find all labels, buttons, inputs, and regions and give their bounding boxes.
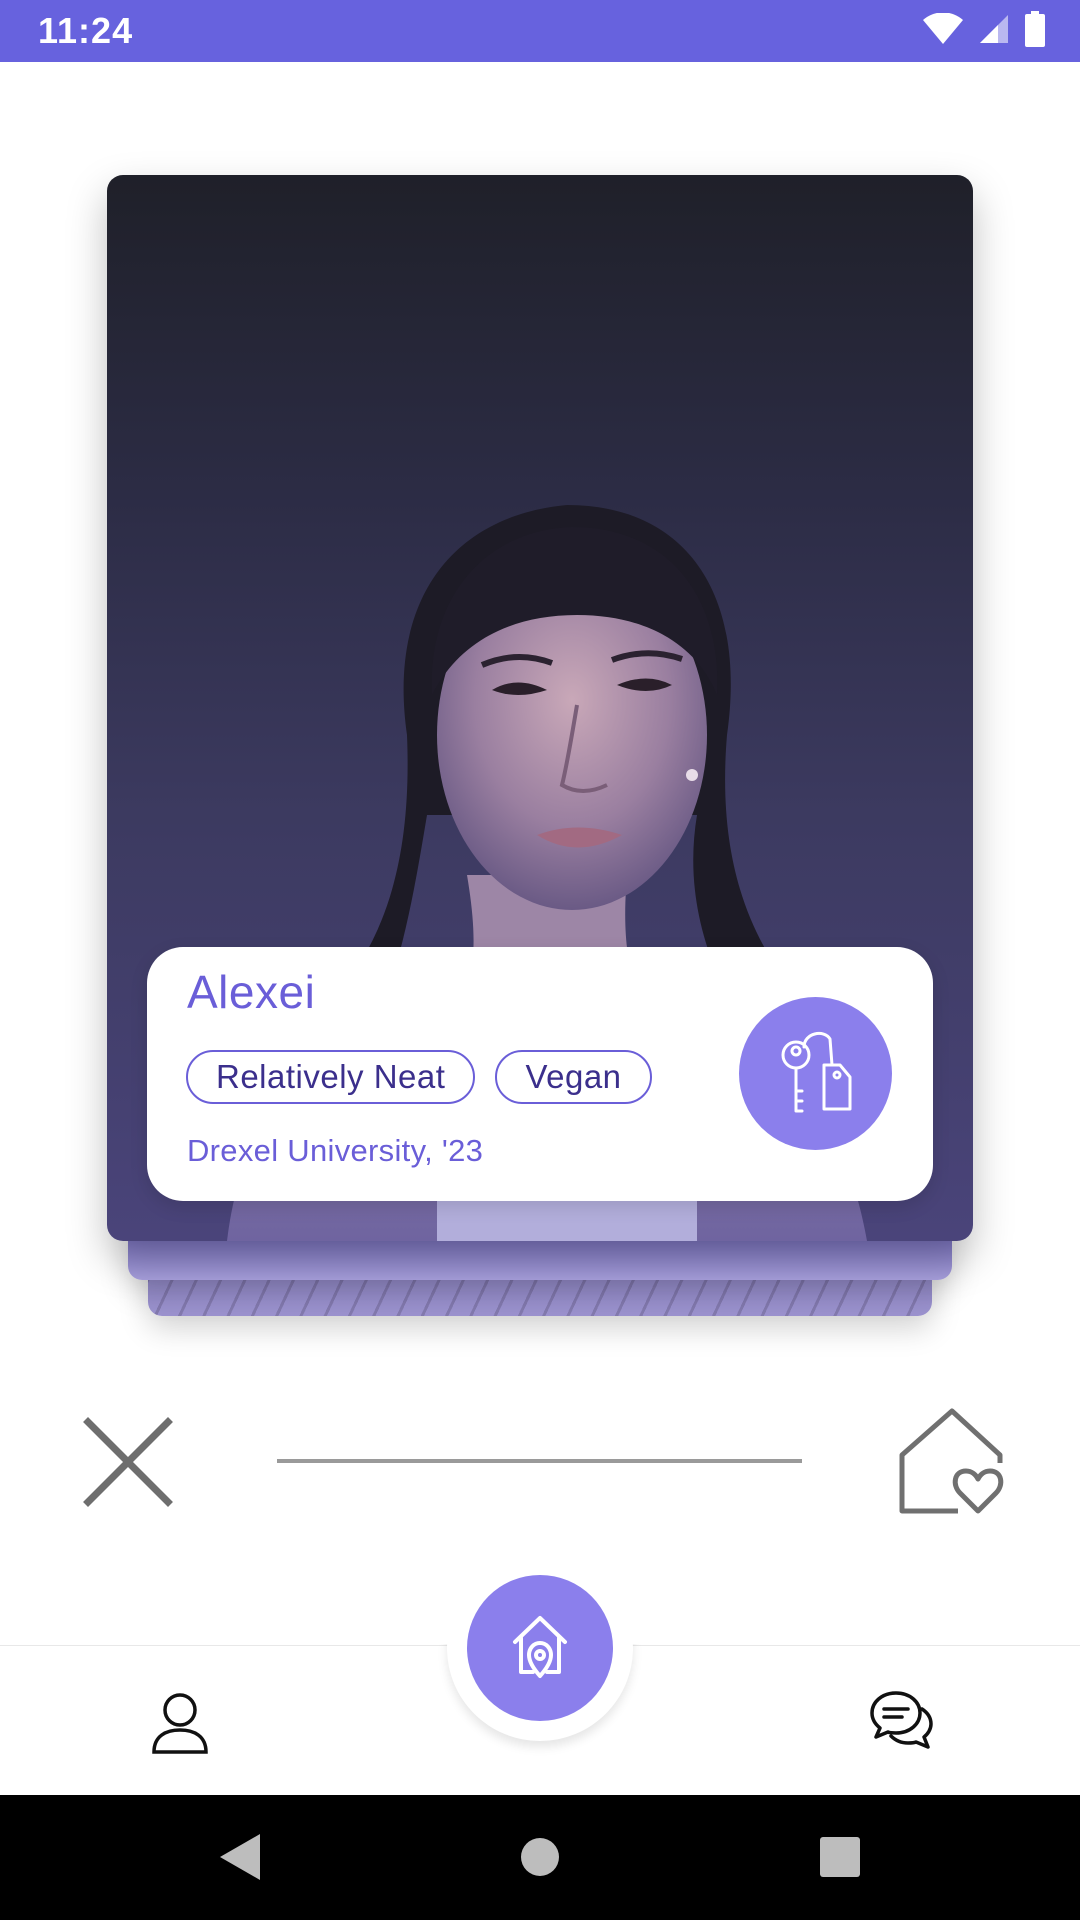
- battery-icon: [1024, 10, 1046, 52]
- profile-nav-button[interactable]: [140, 1685, 220, 1765]
- tag-chip: Vegan: [495, 1050, 652, 1104]
- reject-button[interactable]: [82, 1416, 174, 1513]
- wifi-icon: [922, 11, 964, 50]
- messages-nav-button[interactable]: [860, 1682, 942, 1764]
- home-button[interactable]: [512, 1831, 568, 1887]
- recents-button[interactable]: [812, 1831, 868, 1887]
- recents-icon: [819, 1836, 861, 1883]
- swipe-screen: 11:24 Alexei Relatively Neat Vegan Drexe…: [0, 0, 1080, 1920]
- keys-tag-icon: [778, 1025, 854, 1122]
- like-button[interactable]: [895, 1408, 1007, 1518]
- close-icon: [82, 1416, 174, 1513]
- swipe-progress-line: [277, 1459, 802, 1463]
- housing-details-button[interactable]: [739, 997, 892, 1150]
- home-discover-button[interactable]: [467, 1575, 613, 1721]
- profile-name: Alexei: [187, 966, 316, 1018]
- house-heart-icon: [896, 1407, 1006, 1520]
- profile-school: Drexel University, '23: [187, 1133, 484, 1168]
- tag-chip: Relatively Neat: [186, 1050, 476, 1104]
- back-icon: [218, 1832, 262, 1887]
- status-icons: [922, 10, 1046, 52]
- profile-tags: Relatively Neat Vegan: [186, 1050, 652, 1104]
- system-navigation-bar: [0, 1795, 1080, 1920]
- chat-bubbles-icon: [868, 1689, 934, 1758]
- status-time: 11:24: [38, 10, 134, 51]
- profile-info-panel: Alexei Relatively Neat Vegan Drexel Univ…: [147, 947, 933, 1201]
- cell-signal-icon: [978, 13, 1010, 50]
- user-icon: [150, 1690, 210, 1761]
- home-location-icon: [507, 1612, 573, 1685]
- back-button[interactable]: [212, 1831, 268, 1887]
- home-icon: [520, 1837, 560, 1882]
- status-bar: 11:24: [0, 0, 1080, 62]
